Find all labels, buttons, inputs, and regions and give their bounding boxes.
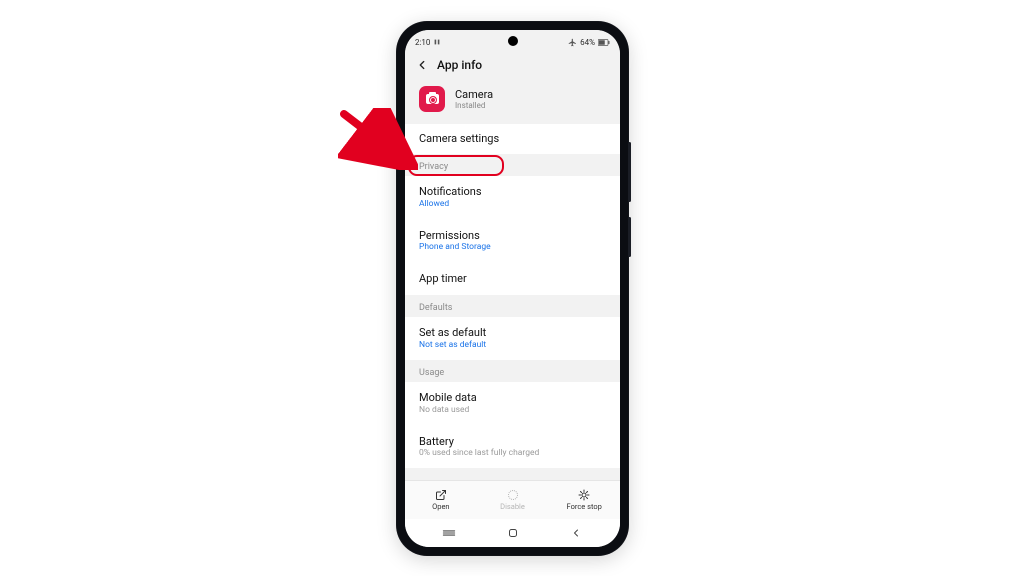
- app-name: Camera: [455, 88, 493, 101]
- row-set-as-default[interactable]: Set as default Not set as default: [405, 317, 620, 360]
- nav-recents[interactable]: [429, 528, 469, 538]
- row-sub: Phone and Storage: [419, 242, 606, 253]
- section-privacy: Privacy: [405, 154, 620, 176]
- row-label: Permissions: [419, 229, 606, 243]
- row-camera-settings[interactable]: Camera settings: [405, 124, 620, 154]
- row-notifications[interactable]: Notifications Allowed: [405, 176, 620, 219]
- open-icon: [435, 489, 447, 501]
- open-button[interactable]: Open: [405, 481, 477, 519]
- row-label: Camera settings: [419, 132, 606, 146]
- status-time: 2:10: [415, 38, 430, 47]
- disable-icon: [507, 489, 519, 501]
- action-label: Force stop: [567, 502, 602, 511]
- battery-icon: [598, 39, 610, 46]
- row-permissions[interactable]: Permissions Phone and Storage: [405, 219, 620, 263]
- nav-bar: [405, 519, 620, 547]
- app-install-status: Installed: [455, 101, 493, 110]
- row-sub: Not set as default: [419, 340, 606, 351]
- row-app-timer[interactable]: App timer: [405, 262, 620, 295]
- force-stop-icon: [578, 489, 590, 501]
- row-mobile-data[interactable]: Mobile data No data used: [405, 382, 620, 425]
- airplane-mode-icon: [568, 38, 577, 47]
- row-label: Mobile data: [419, 391, 606, 405]
- row-sub: Allowed: [419, 199, 606, 210]
- row-label: App timer: [419, 272, 606, 286]
- app-identity: Camera Installed: [405, 82, 620, 124]
- battery-percent: 64%: [580, 38, 595, 47]
- force-stop-button[interactable]: Force stop: [548, 481, 620, 519]
- nav-back[interactable]: [556, 527, 596, 539]
- camera-notch: [508, 36, 518, 46]
- row-label: Battery: [419, 435, 606, 449]
- back-button[interactable]: [415, 58, 429, 72]
- row-label: Notifications: [419, 185, 606, 199]
- row-battery[interactable]: Battery 0% used since last fully charged: [405, 425, 620, 469]
- content: Camera Installed Camera settings Privacy…: [405, 82, 620, 517]
- action-label: Disable: [500, 502, 525, 511]
- bottom-action-bar: Open Disable Force stop: [405, 480, 620, 519]
- row-sub: 0% used since last fully charged: [419, 448, 606, 459]
- row-label: Set as default: [419, 326, 606, 340]
- section-defaults: Defaults: [405, 295, 620, 317]
- row-sub: No data used: [419, 405, 606, 416]
- disable-button[interactable]: Disable: [477, 481, 549, 519]
- camera-app-icon: [419, 86, 445, 112]
- header: App info: [405, 52, 620, 82]
- action-label: Open: [432, 502, 450, 511]
- status-indicator-icon: [433, 38, 441, 46]
- nav-home[interactable]: [493, 527, 533, 539]
- phone-frame: 2:10 64% App info Camera: [397, 22, 628, 555]
- power-button: [628, 217, 631, 257]
- page-title: App info: [437, 58, 482, 72]
- volume-button: [628, 142, 631, 202]
- section-usage: Usage: [405, 360, 620, 382]
- screen: 2:10 64% App info Camera: [405, 30, 620, 547]
